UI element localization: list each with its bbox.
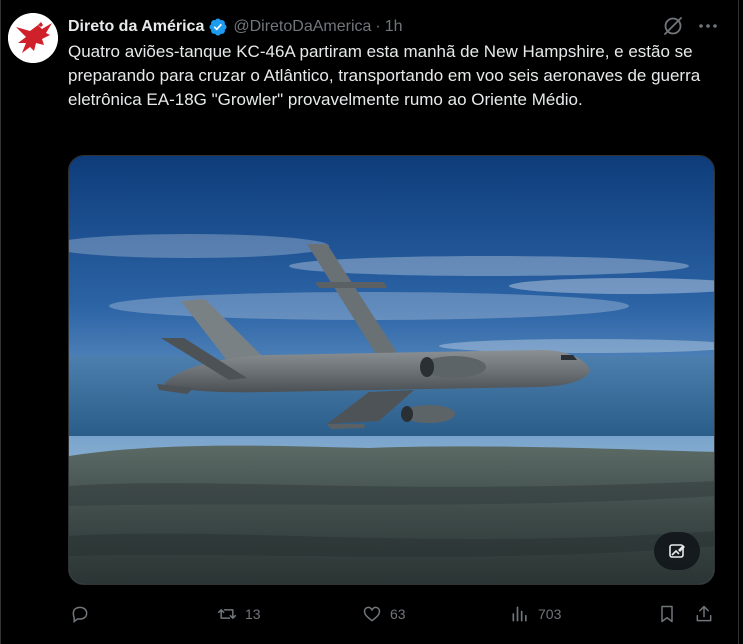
share-button[interactable] [694,604,722,624]
edit-image-button[interactable] [654,532,700,570]
bookmark-button[interactable] [657,604,685,624]
retweet-button[interactable]: 13 [217,604,261,624]
reply-icon [72,606,88,623]
views-icon [512,606,527,622]
bookmark-icon [661,605,673,623]
tweet-image[interactable] [68,155,715,585]
left-border [0,0,1,644]
like-button[interactable]: 63 [362,604,406,624]
retweet-icon [217,609,237,619]
retweet-count: 13 [245,606,261,622]
display-name[interactable]: Direto da América [68,18,204,36]
views-count: 703 [538,606,562,622]
aircraft-photo [69,156,714,584]
tweet-text: Quatro aviões-tanque KC-46A partiram est… [68,42,705,109]
more-icon[interactable] [697,15,719,37]
grok-icon[interactable] [662,15,684,37]
verified-badge-icon [208,17,228,37]
share-icon [696,605,712,622]
heart-icon [363,606,381,622]
timestamp[interactable]: 1h [385,18,403,36]
views-button[interactable]: 703 [510,604,561,624]
like-count: 63 [390,606,406,622]
separator-dot: · [375,18,381,35]
right-border [738,0,739,644]
tweet-header: Direto da América @DiretoDaAmerica · 1h [68,16,403,38]
red-eagle-logo-icon [8,13,58,63]
reply-button[interactable] [70,604,98,624]
handle[interactable]: @DiretoDaAmerica [233,18,371,36]
action-bar: 13 63 703 [0,604,743,628]
edit-image-icon [669,544,685,558]
avatar[interactable] [8,13,58,63]
